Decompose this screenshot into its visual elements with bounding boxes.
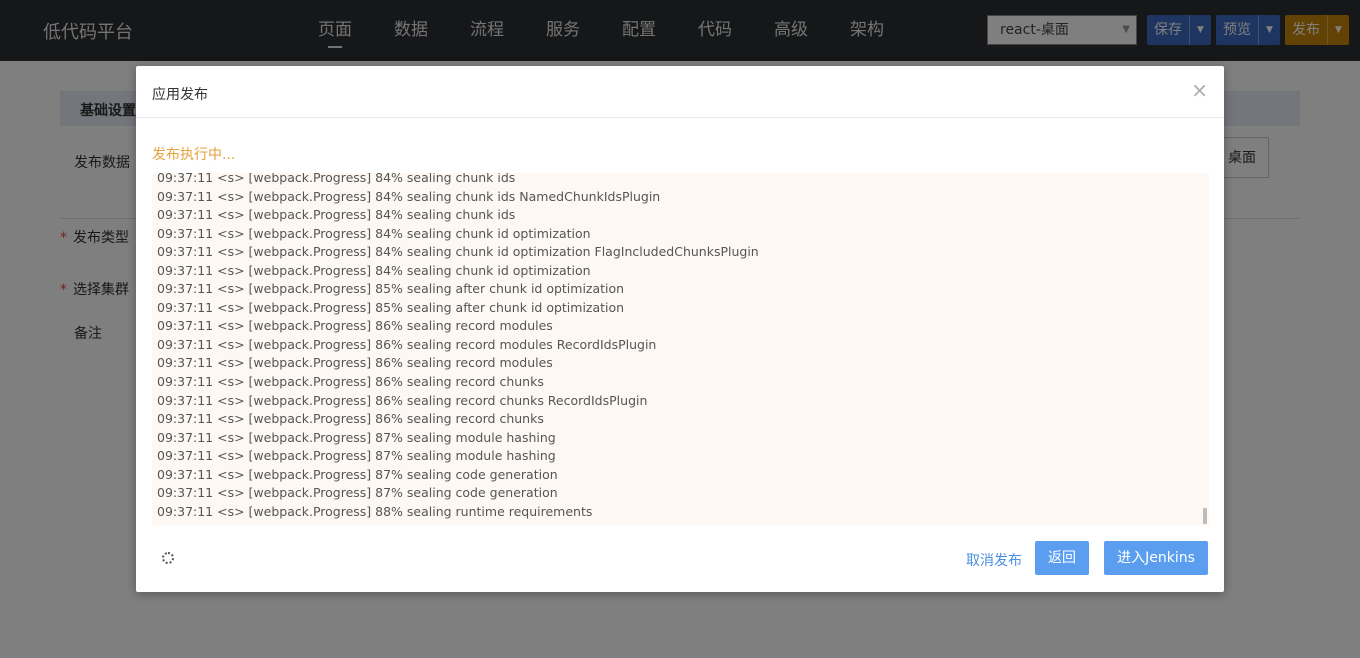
log-line: 09:37:11 <s> [webpack.Progress] 86% seal… [157,336,657,352]
log-scrollbar[interactable] [1203,508,1207,524]
log-line: 09:37:11 <s> [webpack.Progress] 86% seal… [157,411,544,427]
log-line: 09:37:11 <s> [webpack.Progress] 84% seal… [157,262,591,278]
build-log-panel[interactable]: 09:37:11 <s> [webpack.Progress] 84% seal… [152,173,1209,526]
log-line: 09:37:11 <s> [webpack.Progress] 85% seal… [157,281,625,297]
build-log-lines: 09:37:11 <s> [webpack.Progress] 84% seal… [157,173,759,521]
log-line: 09:37:11 <s> [webpack.Progress] 84% seal… [157,173,516,185]
log-line: 09:37:11 <s> [webpack.Progress] 84% seal… [157,207,516,223]
log-line: 09:37:11 <s> [webpack.Progress] 87% seal… [157,485,558,501]
publish-status-text: 发布执行中... [152,147,236,163]
loading-spinner-icon [162,552,174,564]
log-line: 09:37:11 <s> [webpack.Progress] 87% seal… [157,466,558,482]
open-jenkins-button[interactable]: 进入Jenkins [1104,541,1208,575]
log-line: 09:37:11 <s> [webpack.Progress] 86% seal… [157,392,648,408]
log-line: 09:37:11 <s> [webpack.Progress] 87% seal… [157,448,556,464]
log-line: 09:37:11 <s> [webpack.Progress] 84% seal… [157,225,591,241]
close-icon[interactable]: × [1191,80,1208,100]
dialog-title: 应用发布 [152,87,208,103]
log-line: 09:37:11 <s> [webpack.Progress] 84% seal… [157,188,661,204]
dialog-header-divider [136,117,1224,118]
log-line: 09:37:11 <s> [webpack.Progress] 86% seal… [157,355,553,371]
cancel-publish-link[interactable]: 取消发布 [966,550,1022,570]
log-line: 09:37:11 <s> [webpack.Progress] 86% seal… [157,374,544,390]
log-line: 09:37:11 <s> [webpack.Progress] 88% seal… [157,503,593,519]
back-button[interactable]: 返回 [1035,541,1089,575]
log-line: 09:37:11 <s> [webpack.Progress] 84% seal… [157,244,759,260]
log-line: 09:37:11 <s> [webpack.Progress] 85% seal… [157,299,625,315]
publish-dialog: 应用发布 × 发布执行中... 09:37:11 <s> [webpack.Pr… [136,66,1224,592]
log-line: 09:37:11 <s> [webpack.Progress] 86% seal… [157,318,553,334]
log-line: 09:37:11 <s> [webpack.Progress] 87% seal… [157,429,556,445]
